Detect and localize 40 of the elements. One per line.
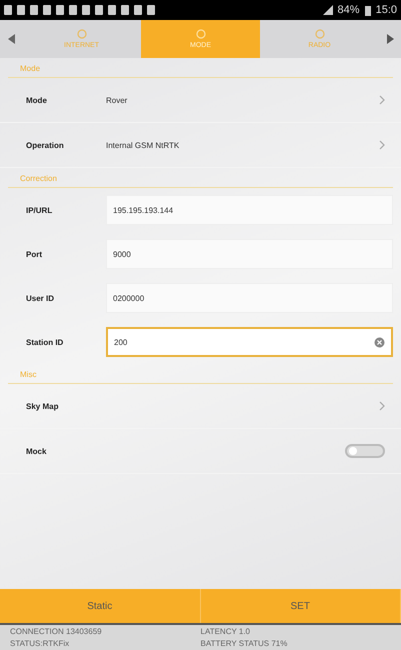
- left-arrow-icon[interactable]: [8, 34, 14, 44]
- chevron-icon: [379, 401, 385, 411]
- field-label: Port: [26, 250, 43, 258]
- chevron-icon: [379, 95, 385, 105]
- tab-icon: [76, 29, 86, 39]
- toggle-switch[interactable]: [345, 444, 385, 458]
- section-header: Correction: [8, 168, 393, 188]
- settings-row[interactable]: Sky Map: [0, 384, 401, 429]
- clock: 15:0: [376, 4, 397, 16]
- tab-icon: [196, 29, 206, 39]
- row-label: Sky Map: [26, 402, 60, 410]
- input-field[interactable]: 0200000: [106, 283, 393, 313]
- status-text: LATENCY 1.0: [200, 627, 252, 636]
- right-arrow-icon[interactable]: [386, 34, 394, 44]
- action-button[interactable]: SET: [200, 589, 401, 623]
- status-text: CONNECTION 13403659: [10, 627, 103, 636]
- section-header: Misc: [8, 364, 393, 384]
- input-field[interactable]: 200: [106, 327, 393, 357]
- row-label: Operation: [26, 140, 65, 150]
- settings-row[interactable]: Operation Internal GSM NtRTK: [0, 123, 401, 168]
- action-button[interactable]: Static: [0, 589, 200, 623]
- signal-icon: [322, 5, 333, 15]
- settings-row[interactable]: Mode Rover: [0, 78, 401, 123]
- row-label: Mode: [26, 96, 48, 104]
- input-field[interactable]: 195.195.193.144: [106, 195, 393, 225]
- field-label: User ID: [26, 294, 56, 302]
- field-label: Station ID: [26, 338, 64, 346]
- battery-level: 84%: [338, 4, 360, 16]
- row-value: Rover: [106, 96, 128, 104]
- status-text: BATTERY STATUS 71%: [200, 639, 288, 648]
- row-value: Internal GSM NtRTK: [106, 140, 180, 150]
- tab-icon: [314, 29, 324, 39]
- section-header: Mode: [8, 58, 393, 78]
- input-field[interactable]: 9000: [106, 239, 393, 269]
- chevron-icon: [379, 140, 385, 150]
- battery-icon: [364, 4, 371, 16]
- row-label: Mock: [26, 446, 48, 456]
- status-text: STATUS:RTKFix: [10, 639, 70, 648]
- clear-icon[interactable]: [374, 336, 385, 348]
- field-label: IP/URL: [26, 206, 54, 214]
